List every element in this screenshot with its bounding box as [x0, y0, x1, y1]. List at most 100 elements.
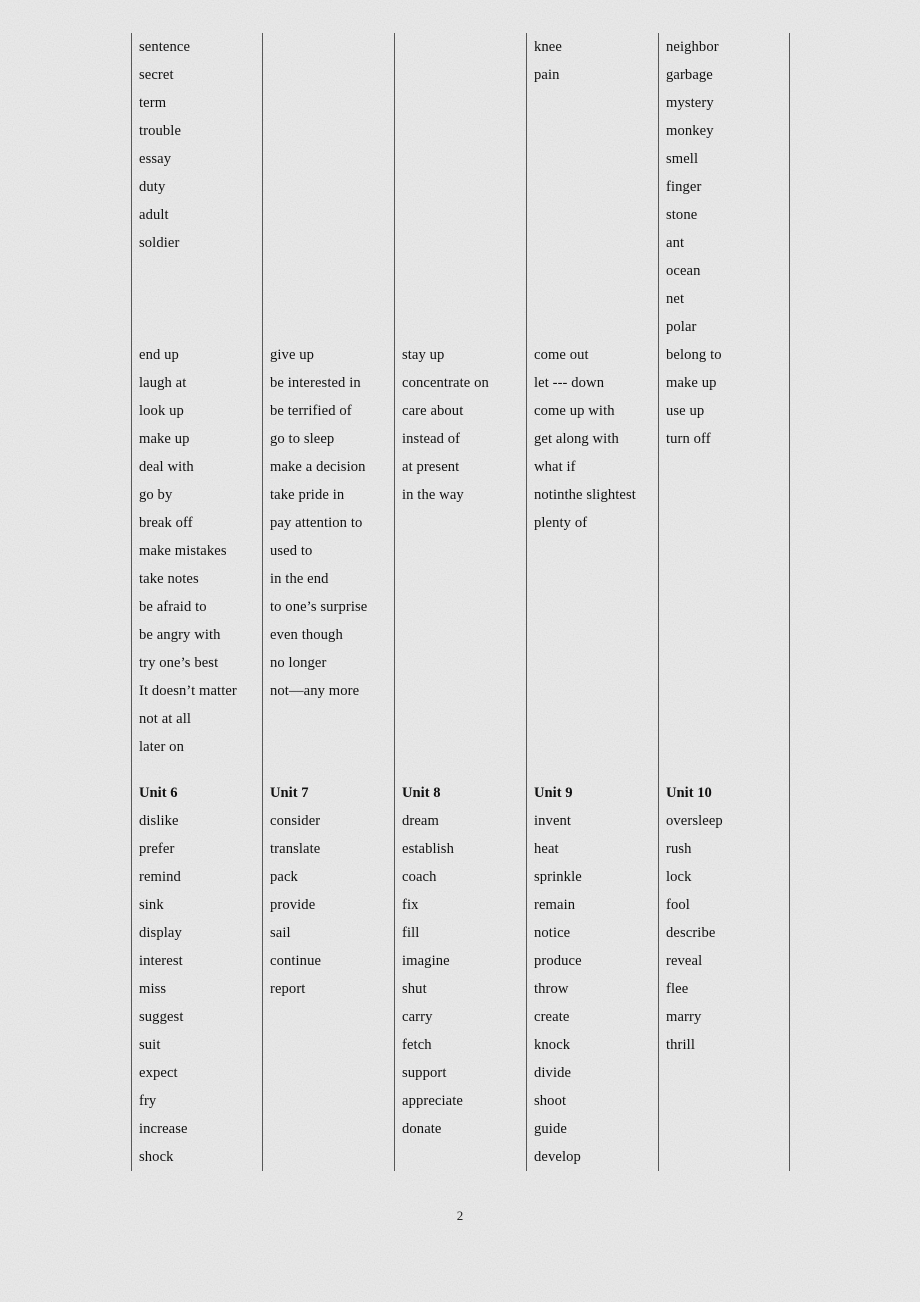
list-item: dislike	[139, 813, 179, 829]
list-item: used to	[270, 543, 313, 559]
word-list: dislike prefer remind sink display interest mi…	[132, 807, 262, 1171]
table-cell: oversleep rush lock fool describe reveal flee m…	[658, 807, 790, 1171]
list-item: use up	[666, 403, 705, 419]
unit-header-cell-7: Unit 7	[262, 779, 395, 807]
list-item: make up	[666, 375, 717, 391]
list-item: soldier	[139, 235, 180, 251]
table-cell: end up laugh at look up make up deal with go …	[131, 341, 263, 779]
table-cell: knee pain	[526, 33, 659, 341]
phrase-list: stay up concentrate on care about instead o…	[395, 341, 526, 509]
list-item: coach	[402, 869, 437, 885]
list-item: fry	[139, 1093, 157, 1109]
list-item: carry	[402, 1009, 433, 1025]
list-item: monkey	[666, 123, 714, 139]
phrase-list: come out let --- down come up with get alon…	[527, 341, 658, 537]
list-item: what if	[534, 459, 576, 475]
list-item: secret	[139, 67, 174, 83]
list-item: shock	[139, 1149, 174, 1165]
page-number: 2	[456, 1208, 464, 1223]
list-item: sail	[270, 925, 291, 941]
list-item: let --- down	[534, 375, 605, 391]
phrase-list: end up laugh at look up make up deal with go …	[132, 341, 262, 761]
word-list: knee pain	[527, 33, 658, 89]
list-item: stone	[666, 207, 698, 223]
list-item: pain	[534, 67, 560, 83]
table-row-nouns-continued: sentence secret term trouble essay duty adult s…	[131, 33, 790, 341]
list-item: at present	[402, 459, 460, 475]
list-item: in the way	[402, 487, 464, 503]
list-item: stay up	[402, 347, 445, 363]
list-item: try one’s best	[139, 655, 219, 671]
list-item: describe	[666, 925, 716, 941]
table-cell: consider translate pack provide sail continue…	[262, 807, 395, 1171]
list-item: give up	[270, 347, 315, 363]
list-item: end up	[139, 347, 179, 363]
list-item: break off	[139, 515, 193, 531]
list-item: notinthe slightest	[534, 487, 636, 503]
list-item: trouble	[139, 123, 182, 139]
list-item: smell	[666, 151, 699, 167]
word-list: consider translate pack provide sail continue…	[263, 807, 394, 1003]
unit-header-label: Unit 9	[534, 785, 573, 801]
list-item: guide	[534, 1121, 567, 1137]
list-item: continue	[270, 953, 322, 969]
list-item: remind	[139, 869, 181, 885]
list-item: flee	[666, 981, 689, 997]
unit-header-label: Unit 8	[402, 785, 441, 801]
unit-header-label: Unit 10	[666, 785, 712, 801]
list-item: be afraid to	[139, 599, 207, 615]
list-item: look up	[139, 403, 184, 419]
list-item: go to sleep	[270, 431, 335, 447]
list-item: divide	[534, 1065, 572, 1081]
list-item: belong to	[666, 347, 722, 363]
list-item: report	[270, 981, 306, 997]
list-item: later on	[139, 739, 184, 755]
list-item: prefer	[139, 841, 175, 857]
list-item: be angry with	[139, 627, 221, 643]
list-item: shut	[402, 981, 427, 997]
table-cell	[394, 33, 527, 341]
vocabulary-table-body: sentence secret term trouble essay duty adult s…	[131, 33, 790, 1171]
list-item: make up	[139, 431, 190, 447]
list-item: thrill	[666, 1037, 695, 1053]
word-list: sentence secret term trouble essay duty adult s…	[132, 33, 262, 257]
list-item: sink	[139, 897, 164, 913]
list-item: dream	[402, 813, 439, 829]
list-item: suit	[139, 1037, 161, 1053]
list-item: garbage	[666, 67, 713, 83]
list-item: instead of	[402, 431, 461, 447]
list-item: marry	[666, 1009, 702, 1025]
list-item: adult	[139, 207, 169, 223]
list-item: be interested in	[270, 375, 361, 391]
list-item: display	[139, 925, 182, 941]
list-item: ant	[666, 235, 685, 251]
list-item: expect	[139, 1065, 178, 1081]
table-row-verbs: dislike prefer remind sink display interest mi…	[131, 807, 790, 1171]
list-item: polar	[666, 319, 697, 335]
list-item: duty	[139, 179, 166, 195]
list-item: come out	[534, 347, 589, 363]
list-item: fool	[666, 897, 690, 913]
list-item: get along with	[534, 431, 619, 447]
list-item: throw	[534, 981, 569, 997]
list-item: not at all	[139, 711, 192, 727]
list-item: not—any more	[270, 683, 360, 699]
table-cell	[262, 33, 395, 341]
list-item: suggest	[139, 1009, 184, 1025]
list-item: increase	[139, 1121, 188, 1137]
list-item: care about	[402, 403, 464, 419]
list-item: turn off	[666, 431, 711, 447]
table-cell: stay up concentrate on care about instead o…	[394, 341, 527, 779]
list-item: reveal	[666, 953, 703, 969]
list-item: take pride in	[270, 487, 345, 503]
table-row-unit-headers: Unit 6 Unit 7 Unit 8 Unit 9 Unit 10	[131, 779, 790, 807]
list-item: support	[402, 1065, 447, 1081]
table-cell: belong to make up use up turn off	[658, 341, 790, 779]
phrase-list: give up be interested in be terrified of go…	[263, 341, 394, 705]
list-item: remain	[534, 897, 576, 913]
list-item: heat	[534, 841, 559, 857]
list-item: appreciate	[402, 1093, 463, 1109]
list-item: develop	[534, 1149, 581, 1165]
list-item: interest	[139, 953, 183, 969]
list-item: provide	[270, 897, 316, 913]
